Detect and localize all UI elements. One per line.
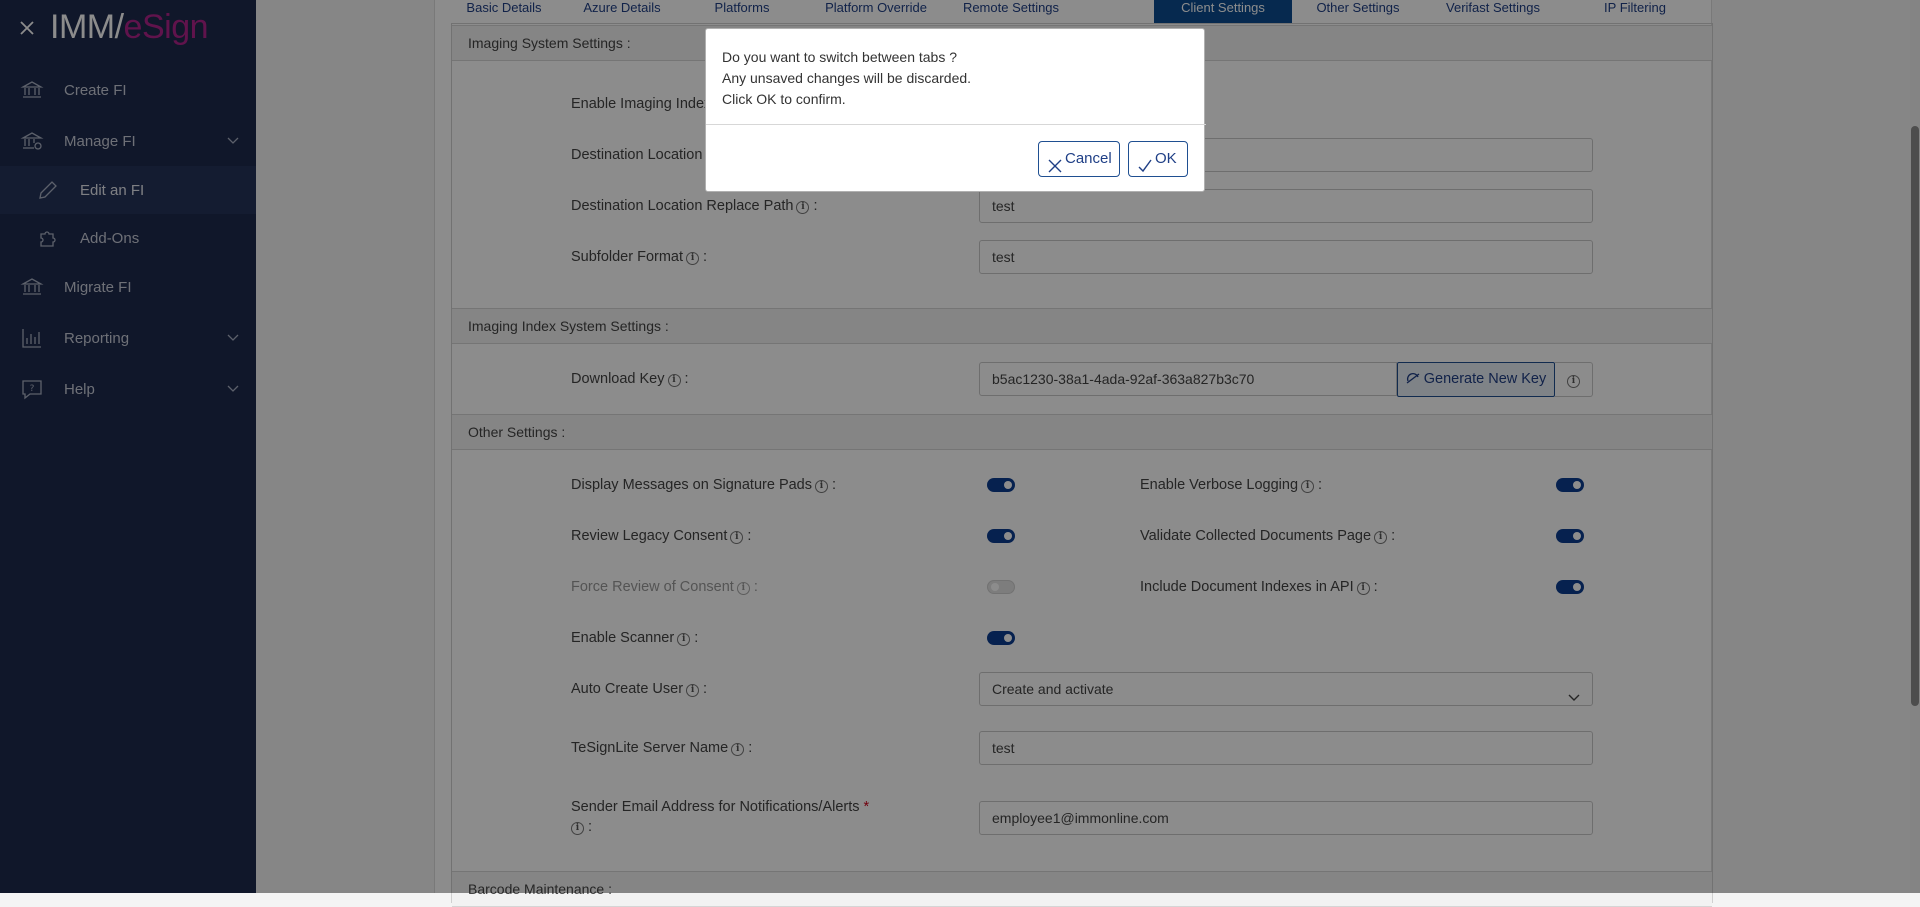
close-icon <box>1048 152 1062 173</box>
confirm-switch-tab-dialog: Do you want to switch between tabs ? Any… <box>705 28 1206 192</box>
ok-button[interactable]: OK <box>1128 141 1188 177</box>
check-icon <box>1138 152 1152 173</box>
cancel-button[interactable]: Cancel <box>1038 141 1120 177</box>
dialog-divider <box>706 124 1206 125</box>
dialog-message: Do you want to switch between tabs ? Any… <box>722 49 972 107</box>
